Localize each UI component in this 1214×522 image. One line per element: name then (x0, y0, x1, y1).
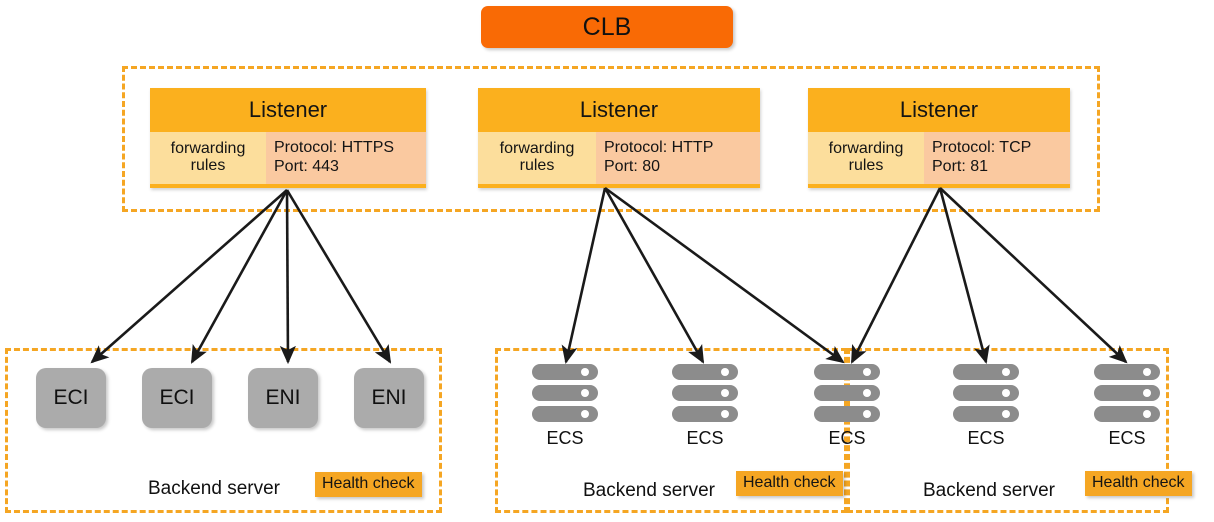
port-text-3: Port: 81 (932, 158, 989, 175)
health-check-badge-right[interactable]: Health check (1085, 471, 1192, 496)
backend-node-ecs-2[interactable]: ECS (663, 364, 747, 449)
server-stack-icon (532, 364, 598, 422)
listener-body-3: forwarding rules Protocol: TCP Port: 81 (808, 132, 1070, 188)
health-check-badge-middle[interactable]: Health check (736, 471, 843, 496)
forwarding-rules-line1-2: forwarding (499, 140, 575, 158)
arrow-listener2-to-ecs3 (604, 186, 845, 364)
health-check-badge-left[interactable]: Health check (315, 472, 422, 497)
backend-node-eni-1[interactable]: ENI (248, 368, 318, 428)
listener-card-1[interactable]: Listener forwarding rules Protocol: HTTP… (150, 88, 426, 188)
backend-node-label: ECS (828, 428, 866, 448)
protocol-text-2: Protocol: HTTP (604, 139, 714, 157)
server-stack-icon (1094, 364, 1160, 422)
forwarding-rules-line2-3: rules (848, 157, 884, 174)
listener-card-2[interactable]: Listener forwarding rules Protocol: HTTP… (478, 88, 760, 188)
forwarding-rules-1[interactable]: forwarding rules (150, 132, 266, 184)
protocol-panel-1: Protocol: HTTPS Port: 443 (266, 132, 426, 184)
backend-node-label: ECI (53, 386, 89, 409)
protocol-text-1: Protocol: HTTPS (274, 139, 395, 157)
listener-title-2: Listener (478, 88, 760, 132)
backend-node-eci-2[interactable]: ECI (142, 368, 212, 428)
forwarding-rules-line1-1: forwarding (170, 140, 246, 158)
backend-node-ecs-1[interactable]: ECS (523, 364, 607, 449)
protocol-text-3: Protocol: TCP (932, 139, 1032, 157)
listener-card-3[interactable]: Listener forwarding rules Protocol: TCP … (808, 88, 1070, 188)
server-stack-icon (953, 364, 1019, 422)
arrow-listener3-to-ecs4 (938, 187, 990, 365)
arrow-listener1-to-eci1 (90, 189, 288, 364)
forwarding-rules-line1-3: forwarding (828, 140, 904, 158)
backend-node-label: ECI (159, 386, 195, 409)
backend-node-eci-1[interactable]: ECI (36, 368, 106, 428)
backend-node-ecs-4[interactable]: ECS (944, 364, 1028, 449)
arrow-listener1-to-eni1 (279, 189, 296, 365)
arrow-listener3-to-ecs5 (939, 187, 1128, 364)
diagram-canvas: CLB Listener forwarding rules Protocol: … (0, 0, 1214, 522)
listener-title-3: Listener (808, 88, 1070, 132)
backend-node-label: ECS (546, 428, 584, 448)
protocol-panel-2: Protocol: HTTP Port: 80 (596, 132, 760, 184)
backend-label-middle: Backend server (583, 480, 716, 501)
backend-label-right: Backend server (923, 480, 1056, 501)
backend-node-label: ENI (265, 386, 301, 409)
arrow-listener1-to-eni2 (285, 189, 392, 364)
port-text-2: Port: 80 (604, 158, 661, 175)
arrow-listener3-to-ecs3 (850, 187, 942, 364)
forwarding-rules-2[interactable]: forwarding rules (478, 132, 596, 184)
server-stack-icon (672, 364, 738, 422)
server-stack-icon (814, 364, 880, 422)
listener-body-2: forwarding rules Protocol: HTTP Port: 80 (478, 132, 760, 188)
protocol-panel-3: Protocol: TCP Port: 81 (924, 132, 1070, 184)
backend-node-label: ECS (686, 428, 724, 448)
backend-node-eni-2[interactable]: ENI (354, 368, 424, 428)
listener-body-1: forwarding rules Protocol: HTTPS Port: 4… (150, 132, 426, 188)
backend-node-ecs-5[interactable]: ECS (1085, 364, 1169, 449)
backend-node-label: ECS (1108, 428, 1146, 448)
clb-label: CLB (582, 12, 632, 41)
listener-title-1: Listener (150, 88, 426, 132)
port-text-1: Port: 443 (274, 158, 339, 175)
backend-node-label: ECS (967, 428, 1005, 448)
arrow-listener2-to-ecs2 (603, 187, 705, 364)
forwarding-rules-line2-1: rules (190, 157, 226, 174)
clb-box: CLB (481, 6, 733, 48)
backend-node-label: ENI (371, 386, 407, 409)
arrow-listener2-to-ecs1 (561, 187, 607, 365)
forwarding-rules-3[interactable]: forwarding rules (808, 132, 924, 184)
backend-node-ecs-3[interactable]: ECS (805, 364, 889, 449)
forwarding-rules-line2-2: rules (519, 157, 555, 174)
backend-label-left: Backend server (148, 478, 281, 499)
arrow-listener1-to-eci2 (190, 189, 289, 364)
